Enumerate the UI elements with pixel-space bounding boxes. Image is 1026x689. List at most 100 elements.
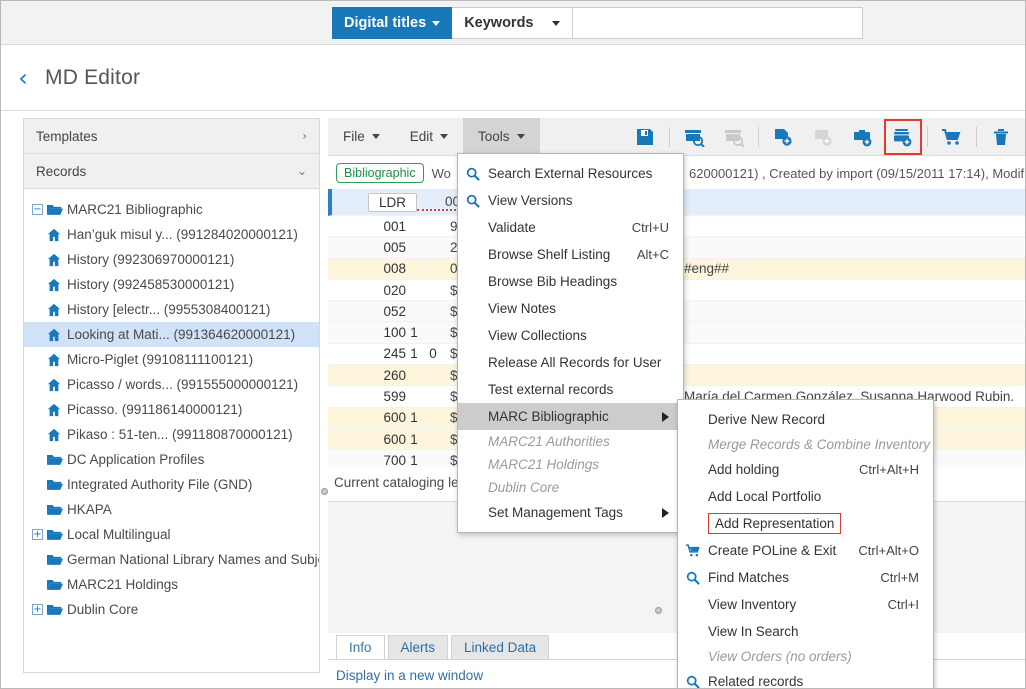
marc-indicator-1[interactable]: 1 bbox=[406, 410, 422, 425]
sidebar-accordion-records[interactable]: Records ⌄ bbox=[24, 154, 319, 189]
tree-toggle-icon[interactable]: + bbox=[32, 604, 43, 615]
tree-node[interactable]: Pikaso : 51-ten... (991180870000121) bbox=[24, 422, 319, 447]
menu-item-test-external-records[interactable]: Test external records bbox=[458, 376, 683, 403]
menu-item-find-matches[interactable]: Find Matches Ctrl+M bbox=[678, 564, 933, 591]
save-record-icon[interactable] bbox=[625, 118, 665, 156]
marc-indicator-1[interactable]: 1 bbox=[406, 432, 422, 447]
search-input[interactable] bbox=[572, 8, 862, 38]
tree-node[interactable]: DC Application Profiles bbox=[24, 447, 319, 472]
search-icon bbox=[686, 571, 708, 585]
menu-item-view-in-search[interactable]: View In Search bbox=[678, 618, 933, 645]
add-representation-icon[interactable] bbox=[883, 118, 923, 156]
marc-tag[interactable]: 600 bbox=[354, 410, 406, 425]
menu-item-browse-bib-headings[interactable]: Browse Bib Headings bbox=[458, 268, 683, 295]
lower-splitter-handle-dot[interactable] bbox=[655, 607, 662, 614]
menu-item-search-external-resources[interactable]: Search External Resources bbox=[458, 160, 683, 187]
marc-tag[interactable]: 599 bbox=[354, 389, 406, 404]
tree-node[interactable]: HKAPA bbox=[24, 497, 319, 522]
marc-value-overflow: #eng## bbox=[684, 261, 730, 277]
chevron-left-icon[interactable]: ‹ bbox=[11, 64, 35, 92]
marc-tag[interactable]: LDR bbox=[368, 192, 418, 212]
tab-info[interactable]: Info bbox=[336, 635, 385, 659]
menu-item-label: Add Representation bbox=[708, 513, 842, 534]
marc-tag[interactable]: 052 bbox=[354, 304, 406, 319]
menu-item-create-poline-exit[interactable]: Create POLine & Exit Ctrl+Alt+O bbox=[678, 537, 933, 564]
create-poline-icon[interactable] bbox=[932, 118, 972, 156]
menu-item-marc-bibliographic[interactable]: MARC Bibliographic bbox=[458, 403, 683, 430]
add-portfolio-icon[interactable] bbox=[843, 118, 883, 156]
tab-label: Alerts bbox=[400, 640, 436, 655]
tree-toggle-icon[interactable]: + bbox=[32, 529, 43, 540]
menu-edit[interactable]: Edit bbox=[395, 118, 463, 155]
tree-node-label: Micro-Piglet (99108111100121) bbox=[67, 352, 254, 367]
menu-tools[interactable]: Tools bbox=[463, 118, 540, 155]
records-sidebar: Templates › Records ⌄ − MARC21 Bibliograp… bbox=[23, 118, 320, 673]
tree-node[interactable]: History (992306970000121) bbox=[24, 247, 319, 272]
tree-node[interactable]: Han’guk misul y... (991284020000121) bbox=[24, 222, 319, 247]
menu-item-add-local-portfolio[interactable]: Add Local Portfolio bbox=[678, 483, 933, 510]
tree-node[interactable]: Looking at Mati... (991364620000121) bbox=[24, 322, 319, 347]
tree-node[interactable]: History (992458530000121) bbox=[24, 272, 319, 297]
tree-node[interactable]: MARC21 Holdings bbox=[24, 572, 319, 597]
tree-node[interactable]: Picasso / words... (991555000000121) bbox=[24, 372, 319, 397]
tree-node[interactable]: Integrated Authority File (GND) bbox=[24, 472, 319, 497]
menu-item-view-notes[interactable]: View Notes bbox=[458, 295, 683, 322]
chevron-down-icon bbox=[516, 134, 525, 139]
tree-node[interactable]: − MARC21 Bibliographic bbox=[24, 197, 319, 222]
menu-item-view-collections[interactable]: View Collections bbox=[458, 322, 683, 349]
add-holding-icon[interactable] bbox=[763, 118, 803, 156]
menu-item-shortcut: Alt+C bbox=[636, 247, 669, 262]
marc-tag[interactable]: 600 bbox=[354, 432, 406, 447]
marc-tag[interactable]: 245 bbox=[354, 346, 406, 361]
marc-tag[interactable]: 020 bbox=[354, 283, 406, 298]
chevron-down-icon bbox=[432, 20, 441, 26]
search-scope-dropdown[interactable]: Digital titles bbox=[332, 7, 453, 39]
menu-item-set-management-tags[interactable]: Set Management Tags bbox=[458, 499, 683, 526]
menu-item-add-holding[interactable]: Add holding Ctrl+Alt+H bbox=[678, 456, 933, 483]
menu-item-derive-new-record[interactable]: Derive New Record bbox=[678, 406, 933, 433]
menu-item-validate[interactable]: Validate Ctrl+U bbox=[458, 214, 683, 241]
splitter-handle-dot[interactable] bbox=[321, 488, 328, 495]
menu-item-browse-shelf-listing[interactable]: Browse Shelf Listing Alt+C bbox=[458, 241, 683, 268]
panel-splitter[interactable] bbox=[321, 118, 328, 673]
tree-node[interactable]: + Dublin Core bbox=[24, 597, 319, 622]
menu-item-label: View Notes bbox=[488, 301, 557, 316]
menu-item-view-versions[interactable]: View Versions bbox=[458, 187, 683, 214]
marc-tag[interactable]: 001 bbox=[354, 219, 406, 234]
menu-item-view-inventory[interactable]: View Inventory Ctrl+I bbox=[678, 591, 933, 618]
marc-tag[interactable]: 100 bbox=[354, 325, 406, 340]
tree-node[interactable]: History [electr... (9955308400121) bbox=[24, 297, 319, 322]
add-item-icon[interactable] bbox=[803, 118, 843, 156]
marc-tag[interactable]: 260 bbox=[354, 368, 406, 383]
delete-record-icon[interactable] bbox=[981, 118, 1021, 156]
menu-item-related-records[interactable]: Related records bbox=[678, 668, 933, 688]
save-draft-record-icon[interactable] bbox=[714, 118, 754, 156]
menu-item-dublin-core: Dublin Core bbox=[458, 476, 683, 499]
menu-file[interactable]: File bbox=[328, 118, 395, 155]
tree-node[interactable]: Picasso. (991186140000121) bbox=[24, 397, 319, 422]
tree-node[interactable]: + Local Multilingual bbox=[24, 522, 319, 547]
marc-indicator-1[interactable]: 1 bbox=[406, 453, 422, 467]
tree-node[interactable]: Micro-Piglet (99108111100121) bbox=[24, 347, 319, 372]
tab-linked-data[interactable]: Linked Data bbox=[451, 635, 550, 659]
marc-indicator-1[interactable]: 1 bbox=[406, 346, 422, 361]
marc-indicator-2[interactable]: 0 bbox=[422, 346, 444, 361]
search-input-wrapper[interactable] bbox=[572, 7, 863, 39]
sidebar-accordion-templates[interactable]: Templates › bbox=[24, 119, 319, 154]
search-group: Digital titles Keywords bbox=[332, 7, 863, 39]
save-and-release-record-icon[interactable] bbox=[674, 118, 714, 156]
menu-item-release-all-records-for-user[interactable]: Release All Records for User bbox=[458, 349, 683, 376]
tree-toggle-icon[interactable]: − bbox=[32, 204, 43, 215]
search-scope-label: Digital titles bbox=[344, 15, 427, 31]
marc-tag[interactable]: 700 bbox=[354, 453, 406, 467]
menu-item-label: Find Matches bbox=[708, 570, 790, 585]
menu-item-add-representation[interactable]: Add Representation bbox=[678, 510, 933, 537]
display-in-new-window-link[interactable]: Display in a new window bbox=[336, 668, 483, 683]
tree-node-label: DC Application Profiles bbox=[67, 452, 205, 467]
marc-indicator-1[interactable]: 1 bbox=[406, 325, 422, 340]
search-field-dropdown[interactable]: Keywords bbox=[452, 7, 573, 39]
tab-alerts[interactable]: Alerts bbox=[387, 635, 449, 659]
marc-tag[interactable]: 008 bbox=[354, 261, 406, 276]
marc-tag[interactable]: 005 bbox=[354, 240, 406, 255]
tree-node[interactable]: German National Library Names and Subjec… bbox=[24, 547, 319, 572]
